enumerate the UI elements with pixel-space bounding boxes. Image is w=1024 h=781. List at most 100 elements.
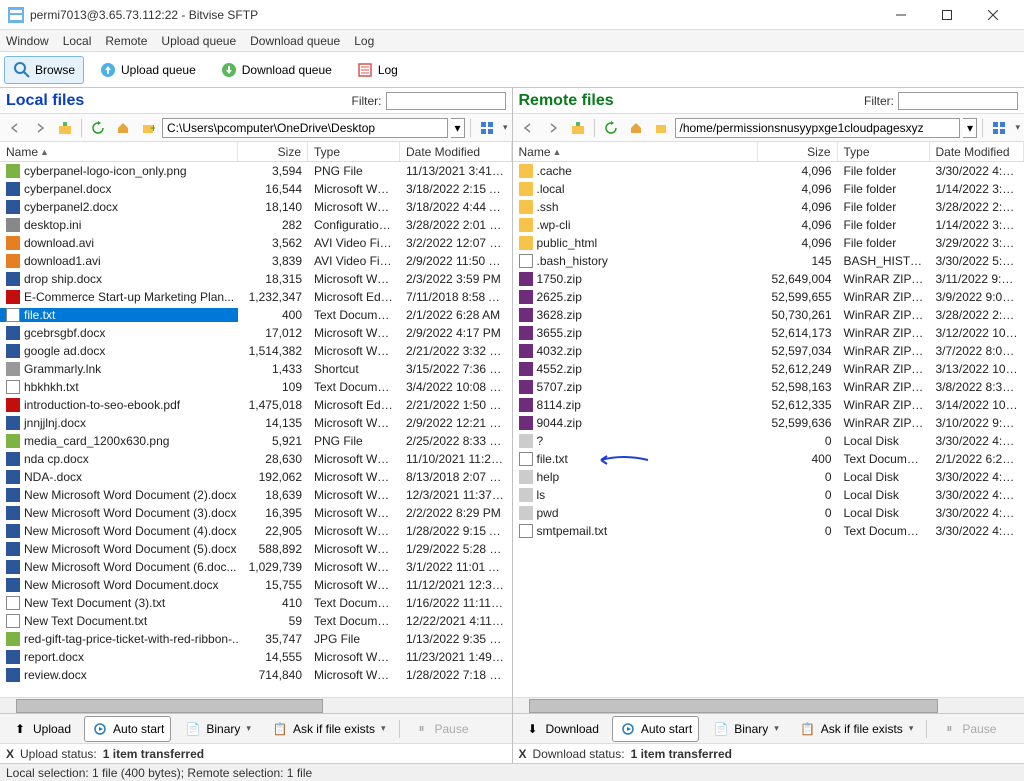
file-row[interactable]: smtpemail.txt0Text Document3/30/2022 4:5… — [513, 522, 1024, 540]
file-row[interactable]: 3628.zip50,730,261WinRAR ZIP ...3/28/202… — [513, 306, 1024, 324]
file-row[interactable]: 4032.zip52,597,034WinRAR ZIP ...3/7/2022… — [513, 342, 1024, 360]
auto-start-button[interactable]: Auto start — [612, 716, 699, 742]
download-queue-button[interactable]: Download queue — [211, 56, 341, 84]
remote-path[interactable]: /home/permissionsnusyypxge1cloudpagesxyz — [675, 118, 961, 138]
file-row[interactable]: 4552.zip52,612,249WinRAR ZIP ...3/13/202… — [513, 360, 1024, 378]
menu-remote[interactable]: Remote — [105, 34, 147, 48]
local-view-button[interactable] — [476, 117, 498, 139]
col-modified[interactable]: Date Modified — [400, 142, 512, 161]
download-button[interactable]: ⬇Download — [517, 716, 606, 742]
remote-forward-button[interactable] — [542, 117, 564, 139]
file-row[interactable]: jnnjjlnj.docx14,135Microsoft Wor...2/9/2… — [0, 414, 512, 432]
file-row[interactable]: cyberpanel-logo-icon_only.png3,594PNG Fi… — [0, 162, 512, 180]
file-row[interactable]: New Microsoft Word Document (5).docx588,… — [0, 540, 512, 558]
local-home-button[interactable] — [112, 117, 134, 139]
col-size[interactable]: Size — [758, 142, 838, 161]
binary-button[interactable]: 📄Binary▾ — [177, 716, 258, 742]
file-row[interactable]: .local4,096File folder1/14/2022 3:38 PM — [513, 180, 1024, 198]
browse-button[interactable]: Browse — [4, 56, 84, 84]
file-row[interactable]: hbkhkh.txt109Text Document3/4/2022 10:08… — [0, 378, 512, 396]
remote-hscroll[interactable] — [513, 697, 1024, 713]
col-modified[interactable]: Date Modified — [930, 142, 1024, 161]
upload-queue-button[interactable]: Upload queue — [90, 56, 205, 84]
local-file-list[interactable]: cyberpanel-logo-icon_only.png3,594PNG Fi… — [0, 162, 512, 697]
file-row[interactable]: download1.avi3,839AVI Video File...2/9/2… — [0, 252, 512, 270]
local-up-button[interactable] — [54, 117, 76, 139]
file-row[interactable]: New Microsoft Word Document (3).docx16,3… — [0, 504, 512, 522]
pause-button[interactable]: ⏸Pause — [406, 716, 476, 742]
file-row[interactable]: nda cp.docx28,630Microsoft Wor...11/10/2… — [0, 450, 512, 468]
local-hscroll[interactable] — [0, 697, 512, 713]
file-row[interactable]: 5707.zip52,598,163WinRAR ZIP ...3/8/2022… — [513, 378, 1024, 396]
file-row[interactable]: pwd0Local Disk3/30/2022 4:51 PM — [513, 504, 1024, 522]
close-status-icon[interactable]: X — [519, 747, 527, 761]
file-row[interactable]: public_html4,096File folder3/29/2022 3:0… — [513, 234, 1024, 252]
remote-home-button[interactable] — [625, 117, 647, 139]
remote-view-button[interactable] — [988, 117, 1010, 139]
file-row[interactable]: 8114.zip52,612,335WinRAR ZIP ...3/14/202… — [513, 396, 1024, 414]
file-row[interactable]: review.docx714,840Microsoft Wor...1/28/2… — [0, 666, 512, 684]
ask-exists-button[interactable]: 📋Ask if file exists▾ — [792, 716, 921, 742]
close-status-icon[interactable]: X — [6, 747, 14, 761]
col-name[interactable]: Name▲ — [0, 142, 238, 161]
file-row[interactable]: 9044.zip52,599,636WinRAR ZIP ...3/10/202… — [513, 414, 1024, 432]
file-row[interactable]: .cache4,096File folder3/30/2022 4:08 PM — [513, 162, 1024, 180]
file-row[interactable]: ?0Local Disk3/30/2022 4:40 PM — [513, 432, 1024, 450]
file-row[interactable]: desktop.ini282Configuration ...3/28/2022… — [0, 216, 512, 234]
file-row[interactable]: red-gift-tag-price-ticket-with-red-ribbo… — [0, 630, 512, 648]
remote-filter-input[interactable] — [898, 92, 1018, 110]
file-row[interactable]: .wp-cli4,096File folder1/14/2022 3:03 PM — [513, 216, 1024, 234]
file-row[interactable]: New Text Document (3).txt410Text Documen… — [0, 594, 512, 612]
file-row[interactable]: gcebrsgbf.docx17,012Microsoft Wor...2/9/… — [0, 324, 512, 342]
file-row[interactable]: introduction-to-seo-ebook.pdf1,475,018Mi… — [0, 396, 512, 414]
chevron-down-icon[interactable]: ▾ — [1015, 122, 1020, 133]
file-row[interactable]: Grammarly.lnk1,433Shortcut3/15/2022 7:36… — [0, 360, 512, 378]
file-row[interactable]: ls0Local Disk3/30/2022 4:40 PM — [513, 486, 1024, 504]
file-row[interactable]: .bash_history145BASH_HISTO...3/30/2022 5… — [513, 252, 1024, 270]
menu-log[interactable]: Log — [354, 34, 374, 48]
col-size[interactable]: Size — [238, 142, 308, 161]
file-row[interactable]: .ssh4,096File folder3/28/2022 2:38 PM — [513, 198, 1024, 216]
close-button[interactable] — [970, 0, 1016, 30]
local-filter-input[interactable] — [386, 92, 506, 110]
file-row[interactable]: 2625.zip52,599,655WinRAR ZIP ...3/9/2022… — [513, 288, 1024, 306]
remote-up-button[interactable] — [567, 117, 589, 139]
local-forward-button[interactable] — [29, 117, 51, 139]
file-row[interactable]: report.docx14,555Microsoft Wor...11/23/2… — [0, 648, 512, 666]
menu-download-queue[interactable]: Download queue — [250, 34, 340, 48]
binary-button[interactable]: 📄Binary▾ — [705, 716, 786, 742]
local-path-dropdown[interactable]: ▾ — [451, 118, 465, 138]
file-row[interactable]: drop ship.docx18,315Microsoft Wor...2/3/… — [0, 270, 512, 288]
file-row[interactable]: cyberpanel2.docx18,140Microsoft Wor...3/… — [0, 198, 512, 216]
col-name[interactable]: Name▲ — [513, 142, 758, 161]
chevron-down-icon[interactable]: ▾ — [503, 122, 508, 133]
local-back-button[interactable] — [4, 117, 26, 139]
file-row[interactable]: New Microsoft Word Document (4).docx22,9… — [0, 522, 512, 540]
file-row[interactable]: cyberpanel.docx16,544Microsoft Wor...3/1… — [0, 180, 512, 198]
local-newfolder-button[interactable]: + — [137, 117, 159, 139]
file-row[interactable]: download.avi3,562AVI Video File...3/2/20… — [0, 234, 512, 252]
file-row[interactable]: E-Commerce Start-up Marketing Plan...1,2… — [0, 288, 512, 306]
file-row[interactable]: media_card_1200x630.png5,921PNG File2/25… — [0, 432, 512, 450]
maximize-button[interactable] — [924, 0, 970, 30]
remote-back-button[interactable] — [517, 117, 539, 139]
pause-button[interactable]: ⏸Pause — [933, 716, 1003, 742]
upload-button[interactable]: ⬆Upload — [4, 716, 78, 742]
file-row[interactable]: 1750.zip52,649,004WinRAR ZIP ...3/11/202… — [513, 270, 1024, 288]
col-type[interactable]: Type — [838, 142, 930, 161]
auto-start-button[interactable]: Auto start — [84, 716, 171, 742]
file-row[interactable]: New Microsoft Word Document.docx15,755Mi… — [0, 576, 512, 594]
remote-newfolder-button[interactable] — [650, 117, 672, 139]
local-refresh-button[interactable] — [87, 117, 109, 139]
log-button[interactable]: Log — [347, 56, 407, 84]
file-row[interactable]: file.txt400Text Document2/1/2022 6:28 AM — [513, 450, 1024, 468]
file-row[interactable]: 3655.zip52,614,173WinRAR ZIP ...3/12/202… — [513, 324, 1024, 342]
file-row[interactable]: google ad.docx1,514,382Microsoft Wor...2… — [0, 342, 512, 360]
remote-file-list[interactable]: .cache4,096File folder3/30/2022 4:08 PM.… — [513, 162, 1024, 697]
file-row[interactable]: NDA-.docx192,062Microsoft Wor...8/13/201… — [0, 468, 512, 486]
local-path[interactable]: C:\Users\pcomputer\OneDrive\Desktop — [162, 118, 448, 138]
col-type[interactable]: Type — [308, 142, 400, 161]
ask-exists-button[interactable]: 📋Ask if file exists▾ — [264, 716, 393, 742]
remote-path-dropdown[interactable]: ▾ — [963, 118, 977, 138]
file-row[interactable]: New Microsoft Word Document (2).docx18,6… — [0, 486, 512, 504]
